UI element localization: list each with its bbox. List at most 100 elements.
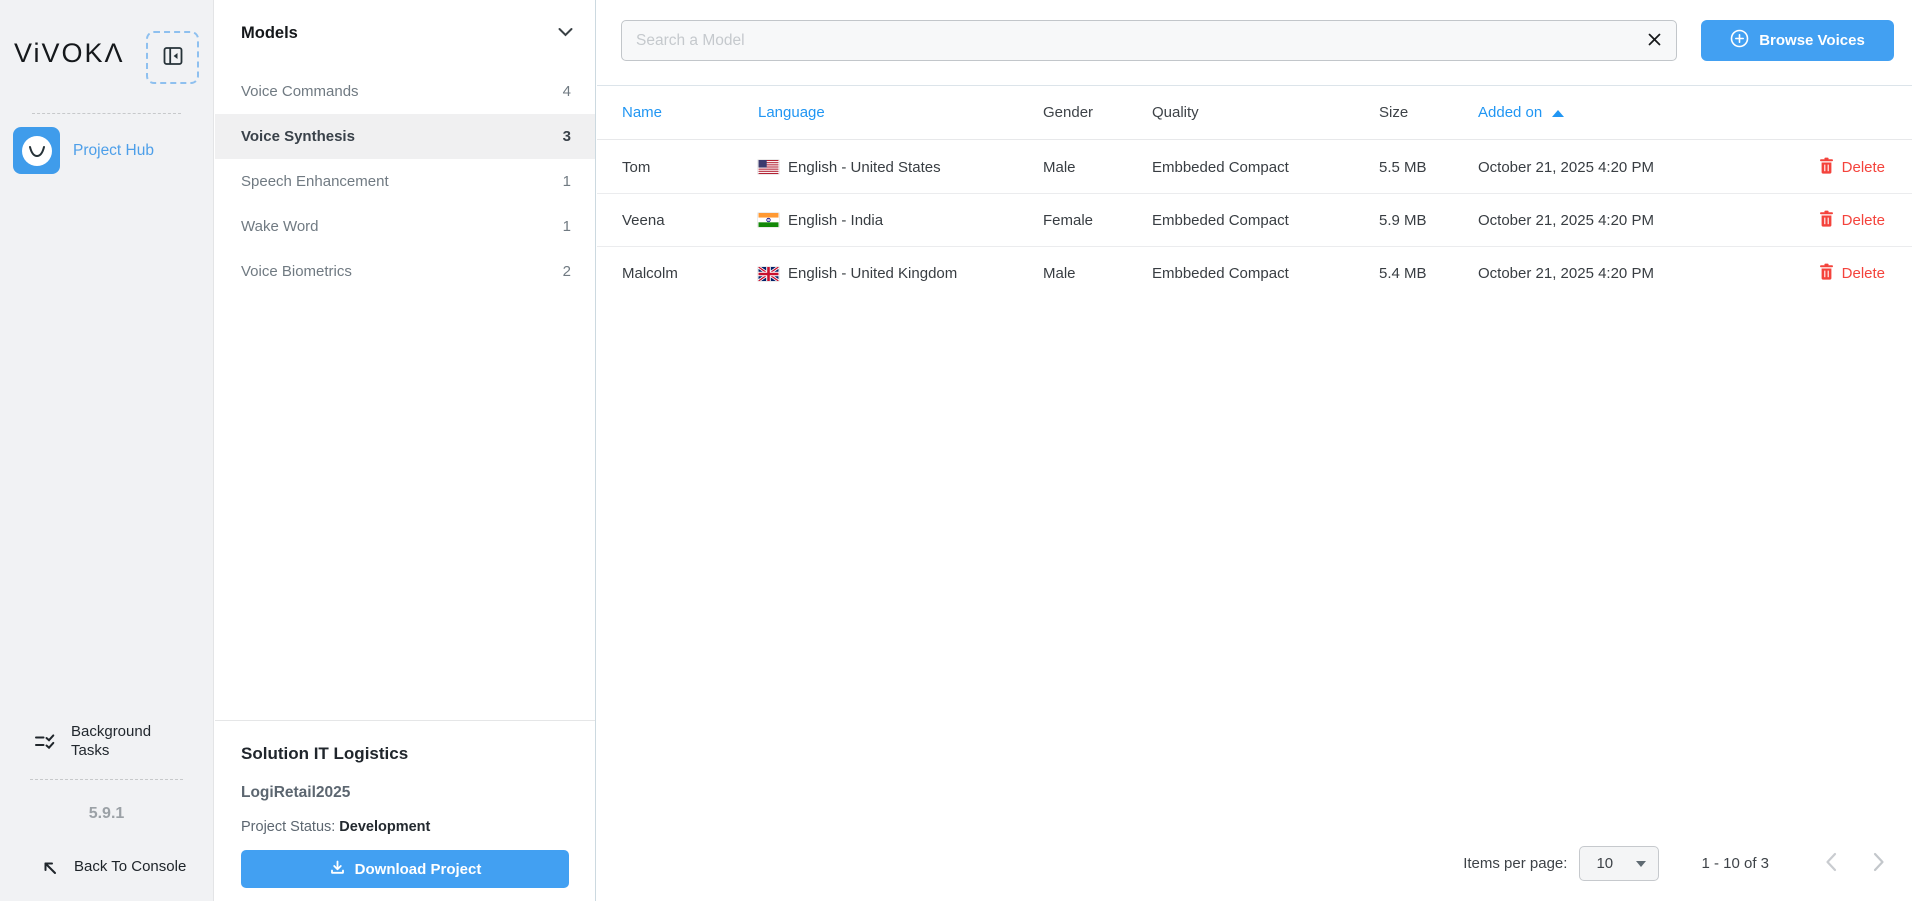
app-window: ViVOKΛ Project Hub [0, 0, 1912, 901]
menu-item-count: 3 [563, 128, 571, 145]
cell-actions: Delete [1765, 263, 1885, 284]
previous-page-button[interactable] [1825, 852, 1837, 875]
project-status-value: Development [339, 819, 430, 835]
table-row-veena: Veena English - India Female Embbeded Co… [597, 194, 1912, 247]
menu-item-wake-word[interactable]: Wake Word 1 [215, 204, 595, 249]
column-header-label: Language [758, 104, 825, 121]
app-version: 5.9.1 [0, 805, 213, 823]
clear-search-button[interactable] [1637, 24, 1671, 57]
cell-quality: Embbeded Compact [1152, 159, 1379, 176]
cell-actions: Delete [1765, 157, 1885, 178]
column-header-name[interactable]: Name [622, 104, 758, 121]
search-box [621, 20, 1677, 61]
models-panel: Models Voice Commands 4 Voice Synthesis … [215, 0, 596, 901]
next-page-button[interactable] [1873, 852, 1885, 875]
items-per-page-select[interactable]: 10 [1579, 846, 1659, 881]
table-header: NameLanguageGenderQualitySizeAdded on [597, 85, 1912, 140]
solution-title: Solution IT Logistics [241, 744, 569, 764]
menu-item-count: 1 [563, 218, 571, 235]
cell-actions: Delete [1765, 210, 1885, 231]
column-header-label: Size [1379, 104, 1408, 121]
column-header-quality: Quality [1152, 104, 1379, 121]
back-to-console-icon [40, 858, 58, 881]
chevron-right-icon [1873, 852, 1885, 875]
delete-button[interactable]: Delete [1819, 263, 1885, 284]
project-status: Project Status:Development [241, 819, 569, 835]
browse-voices-button[interactable]: Browse Voices [1701, 20, 1894, 61]
menu-item-count: 1 [563, 173, 571, 190]
menu-item-voice-synthesis[interactable]: Voice Synthesis 3 [215, 114, 595, 159]
menu-item-speech-enhancement[interactable]: Speech Enhancement 1 [215, 159, 595, 204]
delete-label: Delete [1842, 212, 1885, 229]
left-sidebar: ViVOKΛ Project Hub [0, 0, 214, 901]
plus-circle-icon [1730, 29, 1749, 52]
cell-quality: Embbeded Compact [1152, 265, 1379, 282]
column-header-language[interactable]: Language [758, 104, 1043, 121]
language-label: English - United States [788, 159, 941, 176]
sidebar-divider-top [32, 113, 181, 114]
vivoka-logo: ViVOKΛ [14, 38, 125, 69]
download-project-label: Download Project [355, 861, 482, 878]
menu-item-label: Voice Commands [241, 83, 359, 100]
table-row-malcolm: Malcolm English - United Kingdom Male Em… [597, 247, 1912, 300]
menu-item-voice-biometrics[interactable]: Voice Biometrics 2 [215, 249, 595, 294]
cell-added-on: October 21, 2025 4:20 PM [1478, 159, 1765, 176]
menu-item-label: Wake Word [241, 218, 319, 235]
pagination-range-label: 1 - 10 of 3 [1701, 855, 1769, 872]
background-tasks-icon [34, 731, 55, 757]
panel-collapse-icon [161, 44, 185, 71]
trash-icon [1819, 157, 1834, 178]
sidebar-item-project-hub[interactable]: Project Hub [73, 142, 154, 160]
cell-language: English - India [758, 212, 1043, 229]
cell-language: English - United Kingdom [758, 265, 1043, 282]
us-flag-icon [758, 160, 779, 174]
browse-voices-label: Browse Voices [1759, 32, 1865, 49]
cell-name: Veena [622, 212, 758, 229]
sidebar-divider-bottom [30, 779, 183, 780]
delete-button[interactable]: Delete [1819, 210, 1885, 231]
chevron-left-icon [1825, 852, 1837, 875]
trash-icon [1819, 210, 1834, 231]
delete-label: Delete [1842, 265, 1885, 282]
download-icon [329, 859, 346, 880]
menu-item-count: 4 [563, 83, 571, 100]
items-per-page-label: Items per page: [1463, 855, 1567, 872]
main-content: Browse Voices NameLanguageGenderQualityS… [597, 0, 1912, 901]
project-summary-panel: Solution IT Logistics LogiRetail2025 Pro… [215, 720, 595, 901]
cell-name: Tom [622, 159, 758, 176]
menu-item-label: Speech Enhancement [241, 173, 389, 190]
models-panel-header[interactable]: Models [241, 20, 573, 46]
cell-gender: Female [1043, 212, 1152, 229]
menu-item-count: 2 [563, 263, 571, 280]
column-header-label: Added on [1478, 104, 1542, 121]
cell-size: 5.9 MB [1379, 212, 1478, 229]
gb-flag-icon [758, 267, 779, 281]
cell-size: 5.5 MB [1379, 159, 1478, 176]
sidebar-item-background-tasks[interactable]: Background Tasks [71, 722, 171, 760]
project-hub-icon[interactable] [13, 127, 60, 174]
column-header-added_on[interactable]: Added on [1478, 104, 1765, 121]
table-body: Tom English - United States Male Embbede… [597, 141, 1912, 300]
pagination-bar: Items per page: 10 1 - 10 of 3 [1463, 846, 1885, 881]
project-name: LogiRetail2025 [241, 784, 569, 802]
sort-ascending-icon[interactable] [1552, 110, 1564, 117]
download-project-button[interactable]: Download Project [241, 850, 569, 888]
menu-item-label: Voice Biometrics [241, 263, 352, 280]
items-per-page-value: 10 [1596, 855, 1613, 872]
in-flag-icon [758, 213, 779, 227]
search-input[interactable] [621, 20, 1677, 61]
back-to-console-button[interactable]: Back To Console [74, 858, 186, 875]
cell-added-on: October 21, 2025 4:20 PM [1478, 212, 1765, 229]
column-header-label: Quality [1152, 104, 1199, 121]
menu-item-voice-commands[interactable]: Voice Commands 4 [215, 69, 595, 114]
cell-quality: Embbeded Compact [1152, 212, 1379, 229]
table-row-tom: Tom English - United States Male Embbede… [597, 141, 1912, 194]
collapse-sidebar-button[interactable] [146, 31, 199, 84]
delete-button[interactable]: Delete [1819, 157, 1885, 178]
trash-icon [1819, 263, 1834, 284]
column-header-label: Name [622, 104, 662, 121]
menu-item-label: Voice Synthesis [241, 128, 355, 145]
cell-language: English - United States [758, 159, 1043, 176]
chevron-down-icon[interactable] [558, 24, 573, 42]
models-panel-title: Models [241, 24, 298, 43]
